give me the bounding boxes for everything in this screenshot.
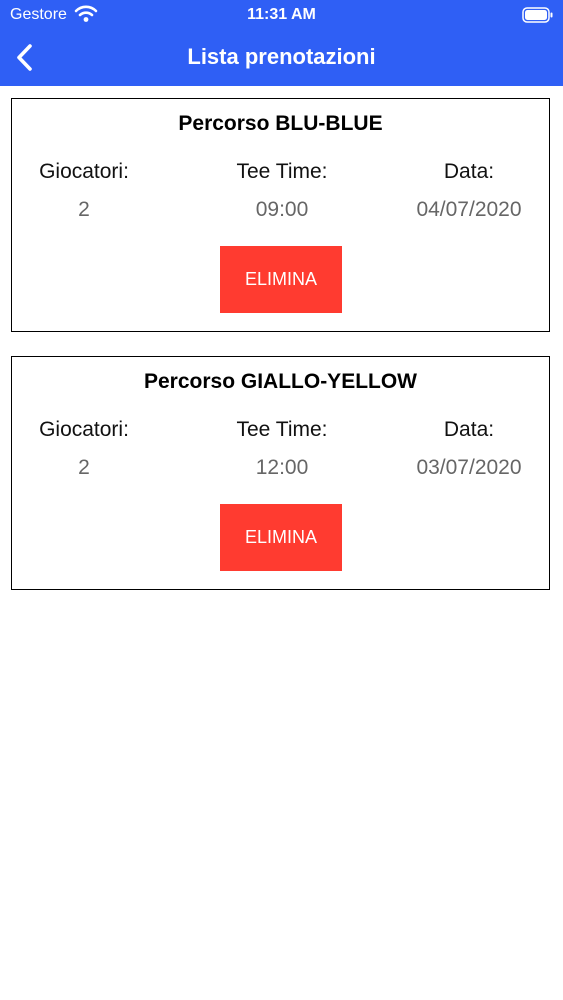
players-value: 2 bbox=[78, 456, 90, 479]
battery-icon bbox=[522, 6, 554, 24]
players-column: Giocatori: 2 bbox=[0, 418, 174, 480]
date-column: Data: 03/07/2020 bbox=[379, 418, 559, 480]
date-value: 04/07/2020 bbox=[416, 198, 522, 221]
tee-time-column: Tee Time: 09:00 bbox=[192, 160, 372, 222]
booking-card: Percorso BLU-BLUE Giocatori: 2 Tee Time:… bbox=[11, 98, 550, 332]
status-bar: Gestore 11:31 AM bbox=[0, 0, 563, 30]
page-title: Lista prenotazioni bbox=[187, 44, 376, 69]
delete-button[interactable]: ELIMINA bbox=[220, 246, 342, 313]
course-name: Percorso BLU-BLUE bbox=[178, 112, 383, 135]
clock: 11:31 AM bbox=[247, 6, 316, 23]
players-label: Giocatori: bbox=[39, 418, 129, 441]
date-value: 03/07/2020 bbox=[416, 456, 522, 479]
date-label: Data: bbox=[443, 418, 495, 441]
players-column: Giocatori: 2 bbox=[0, 160, 174, 222]
navigation-bar: Lista prenotazioni bbox=[0, 30, 563, 86]
tee-time-label: Tee Time: bbox=[236, 160, 328, 183]
date-column: Data: 04/07/2020 bbox=[379, 160, 559, 222]
tee-time-value: 09:00 bbox=[255, 198, 309, 221]
tee-time-column: Tee Time: 12:00 bbox=[192, 418, 372, 480]
booking-card: Percorso GIALLO-YELLOW Giocatori: 2 Tee … bbox=[11, 356, 550, 590]
tee-time-label: Tee Time: bbox=[236, 418, 328, 441]
date-label: Data: bbox=[443, 160, 495, 183]
tee-time-value: 12:00 bbox=[255, 456, 309, 479]
course-name: Percorso GIALLO-YELLOW bbox=[143, 370, 418, 393]
players-label: Giocatori: bbox=[39, 160, 129, 183]
players-value: 2 bbox=[78, 198, 90, 221]
delete-button[interactable]: ELIMINA bbox=[220, 504, 342, 571]
